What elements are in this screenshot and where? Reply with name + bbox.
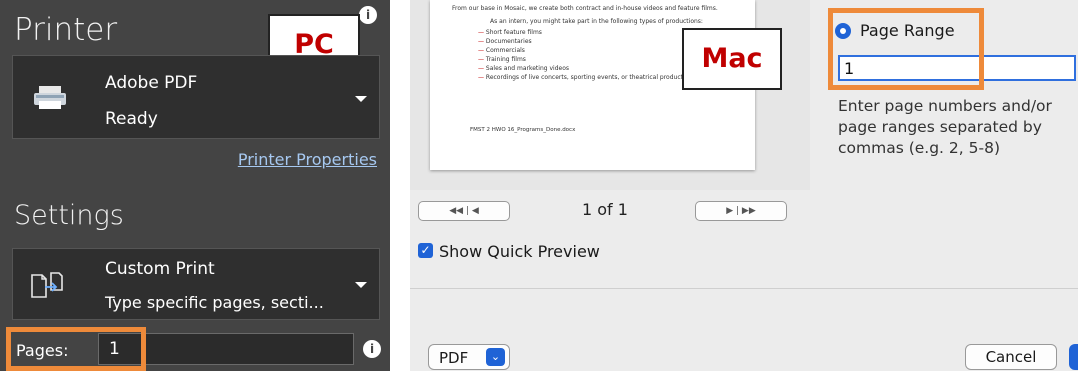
- settings-heading: Settings: [14, 200, 124, 231]
- print-option-name: Custom Print: [105, 259, 215, 279]
- quick-preview-checkbox[interactable]: ✓: [418, 243, 433, 258]
- quick-preview-label: Show Quick Preview: [439, 242, 600, 261]
- print-button[interactable]: [1069, 344, 1078, 370]
- page-count: 1 of 1: [582, 200, 628, 219]
- pdf-menu-button[interactable]: PDF ⌄: [428, 344, 510, 370]
- print-option-description: Type specific pages, secti...: [105, 293, 324, 312]
- printer-status: Ready: [105, 109, 158, 129]
- page-range-help-text: Enter page numbers and/or page ranges se…: [838, 97, 1052, 157]
- printer-icon: [34, 86, 66, 109]
- mac-print-dialog: From our base in Mosaic, we create both …: [410, 0, 1078, 371]
- chevron-down-icon: [355, 282, 367, 288]
- print-option-dropdown[interactable]: Custom Print Type specific pages, secti.…: [12, 248, 380, 320]
- preview-header-line: From our base in Mosaic, we create both …: [452, 5, 718, 12]
- pc-print-panel: Printer i PC Adobe PDF Ready Printer Pro…: [0, 0, 390, 371]
- info-icon[interactable]: i: [363, 340, 381, 358]
- printer-name: Adobe PDF: [105, 73, 198, 93]
- cancel-button[interactable]: Cancel: [965, 344, 1057, 370]
- chevron-down-icon: [355, 96, 367, 102]
- pdf-button-label: PDF: [439, 349, 469, 367]
- preview-footer-line: FMST 2 HWO 16_Programs_Done.docx: [470, 127, 576, 133]
- chevron-down-icon: ⌄: [486, 348, 505, 366]
- page-range-label: Page Range: [860, 21, 955, 40]
- printer-heading: Printer: [14, 12, 118, 48]
- pages-label: Pages:: [16, 341, 69, 360]
- next-page-controls[interactable]: ▶ | ▶▶: [695, 201, 787, 221]
- info-icon[interactable]: i: [359, 6, 377, 24]
- preview-intro-line: As an intern, you might take part in the…: [490, 18, 703, 25]
- page-range-input[interactable]: [838, 55, 1076, 81]
- printer-properties-link[interactable]: Printer Properties: [238, 150, 377, 169]
- previous-page-controls[interactable]: ◀◀ | ◀: [418, 201, 510, 221]
- mac-label-tag: Mac: [682, 28, 782, 90]
- pages-input[interactable]: [98, 333, 354, 365]
- printer-dropdown[interactable]: Adobe PDF Ready: [12, 55, 380, 139]
- page-range-radio[interactable]: [835, 23, 851, 39]
- divider: [410, 288, 1078, 289]
- custom-print-icon: [31, 272, 63, 298]
